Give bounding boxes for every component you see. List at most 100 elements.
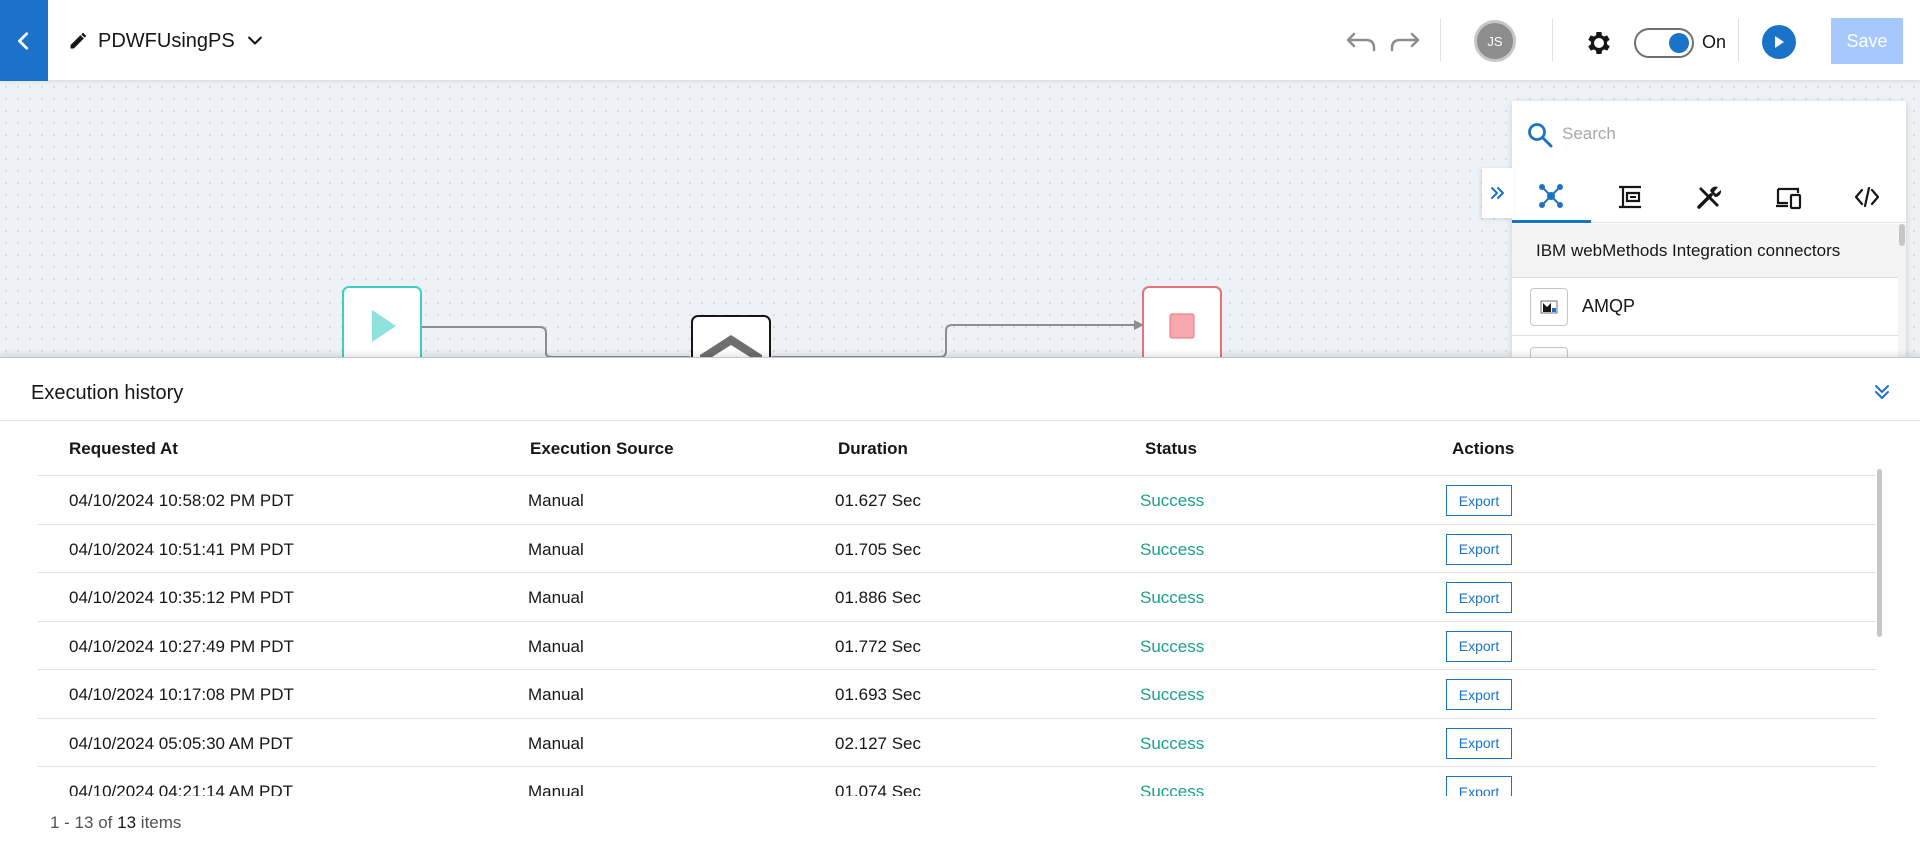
table-row[interactable]: 04/10/2024 10:17:08 PM PDT Manual 01.693… [38,670,1876,719]
source-cell: Manual [528,491,584,510]
export-button[interactable]: Export [1446,679,1512,710]
palette-panel: IBM webMethods Integration connectors AM… [1512,101,1906,357]
column-header-execution-source[interactable]: Execution Source [530,439,674,459]
pager-of: of [98,813,113,832]
column-header-duration[interactable]: Duration [838,439,908,459]
search-input[interactable] [1562,117,1882,151]
column-header-status[interactable]: Status [1145,439,1197,459]
table-row[interactable]: 04/10/2024 10:27:49 PM PDT Manual 01.772… [38,622,1876,670]
stop-icon [1169,313,1195,339]
save-button[interactable]: Save [1831,18,1903,64]
palette-section-header: IBM webMethods Integration connectors [1512,224,1898,278]
export-button[interactable]: Export [1446,485,1512,516]
palette-item-amqp[interactable]: AMQP [1512,278,1898,336]
table-row[interactable]: 04/10/2024 04:21:14 AM PDT Manual 01.074… [38,767,1876,796]
export-button[interactable]: Export [1446,630,1512,662]
run-button[interactable] [1762,25,1796,59]
table-header: Requested At Execution Source Duration S… [38,422,1876,476]
tab-connectors[interactable] [1512,171,1591,223]
source-cell: Manual [528,685,584,704]
redo-icon[interactable] [1388,28,1422,56]
requested-at-cell: 04/10/2024 04:21:14 AM PDT [69,782,293,796]
tools-icon [1697,186,1722,209]
table-row[interactable]: 04/10/2024 10:58:02 PM PDT Manual 01.627… [38,476,1876,525]
source-cell: Manual [528,733,584,753]
pager-unit: items [140,813,182,832]
double-chevron-down-icon[interactable] [1870,380,1894,404]
header-divider [1440,18,1441,62]
pager-range: 1 - 13 [50,813,94,832]
palette-scrollbar[interactable] [1898,224,1906,357]
duration-cell: 01.074 Sec [835,782,922,796]
connector-line [421,326,690,357]
requested-at-cell: 04/10/2024 10:58:02 PM PDT [69,491,294,510]
column-header-actions: Actions [1452,439,1515,458]
duration-cell: 02.127 Sec [835,733,922,753]
requested-at-cell: 04/10/2024 10:17:08 PM PDT [69,685,294,704]
pagination-summary: 1 - 13 of 13 items [50,813,181,833]
status-badge: Success [1140,588,1205,607]
flow-control-icon [1619,185,1642,209]
amqp-icon [1530,288,1568,326]
chevron-down-icon[interactable] [245,31,265,51]
tab-flow-control[interactable] [1591,171,1670,223]
chevron-left-icon [18,31,29,50]
scroll-thumb[interactable] [1899,224,1905,246]
tab-code[interactable] [1827,171,1906,223]
gear-icon[interactable] [1584,28,1614,58]
table-row[interactable]: 04/10/2024 10:51:41 PM PDT Manual 01.705… [38,525,1876,573]
status-badge: Success [1140,636,1205,656]
status-badge: Success [1140,539,1205,559]
status-badge: Success [1140,491,1205,510]
pager-total: 13 [117,813,137,832]
palette-tabs [1512,171,1906,223]
connector-line [772,324,1140,357]
history-table-body: 04/10/2024 10:58:02 PM PDT Manual 01.627… [38,476,1876,796]
tab-tools[interactable] [1670,171,1749,223]
avatar[interactable]: JS [1474,20,1516,62]
app-header: PDWFUsingPS JS On Save [0,0,1920,81]
palette-item-icon[interactable] [1530,347,1568,357]
requested-at-cell: 04/10/2024 05:05:30 AM PDT [69,733,293,753]
status-badge: Success [1140,733,1205,753]
column-header-requested-at[interactable]: Requested At [69,439,178,459]
status-badge: Success [1140,782,1205,796]
export-button[interactable]: Export [1446,776,1512,796]
pencil-icon [70,32,87,49]
toggle-label: On [1702,32,1727,52]
collapse-palette-button[interactable] [1482,168,1514,218]
undo-icon[interactable] [1344,28,1378,56]
workflow-title[interactable]: PDWFUsingPS [68,26,265,56]
code-icon [1854,186,1879,208]
export-button[interactable]: Export [1446,582,1512,613]
devices-icon [1775,187,1801,210]
play-icon [1775,36,1784,48]
source-cell: Manual [528,636,584,656]
back-button[interactable] [0,0,48,81]
duration-cell: 01.705 Sec [835,539,922,559]
toggle-knob [1669,33,1689,53]
enable-toggle[interactable] [1634,28,1694,58]
table-row[interactable]: 04/10/2024 05:05:30 AM PDT Manual 02.127… [38,719,1876,767]
header-divider [1552,18,1553,62]
duration-cell: 01.886 Sec [835,588,922,607]
requested-at-cell: 04/10/2024 10:27:49 PM PDT [69,636,294,656]
duration-cell: 01.772 Sec [835,636,922,656]
table-row[interactable]: 04/10/2024 10:35:12 PM PDT Manual 01.886… [38,573,1876,622]
export-button[interactable]: Export [1446,533,1512,565]
requested-at-cell: 04/10/2024 10:35:12 PM PDT [69,588,294,607]
scroll-thumb[interactable] [1877,469,1882,637]
execution-history-panel: Execution history Requested At Execution… [0,357,1920,857]
panel-title: Execution history [31,382,184,404]
palette-item-label: AMQP [1582,296,1636,316]
duration-cell: 01.693 Sec [835,685,922,704]
tab-devices[interactable] [1748,171,1827,223]
search-icon [1528,123,1553,148]
palette-search [1512,101,1906,167]
connectors-icon [1539,183,1564,208]
workflow-name: PDWFUsingPS [98,29,235,52]
table-scrollbar[interactable] [1876,469,1884,637]
source-cell: Manual [528,588,584,607]
status-badge: Success [1140,685,1205,704]
export-button[interactable]: Export [1446,727,1512,759]
